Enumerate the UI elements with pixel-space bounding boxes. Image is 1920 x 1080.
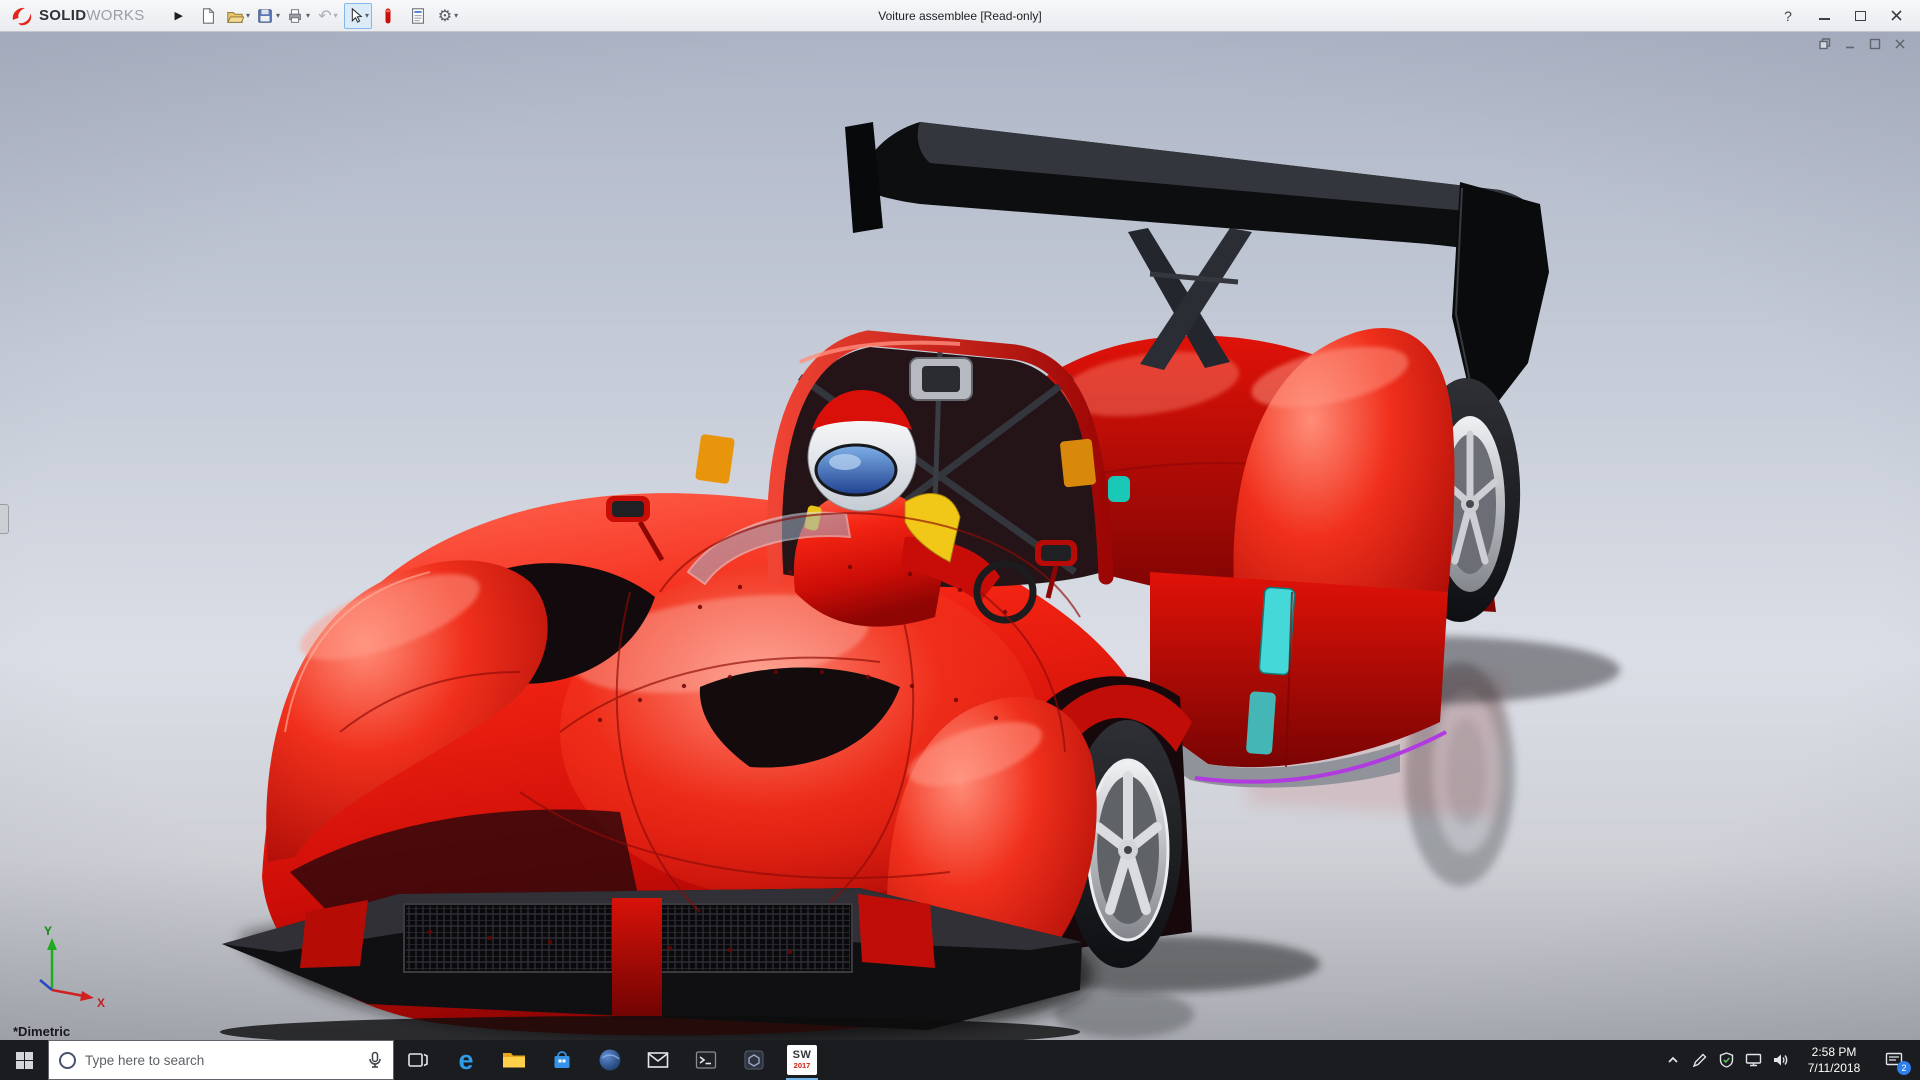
start-button[interactable]	[0, 1040, 48, 1080]
taskbar-search[interactable]	[48, 1040, 394, 1080]
helmet-visor	[816, 445, 896, 495]
graphics-area[interactable]: Y X *Dimetric	[0, 32, 1920, 1040]
tray-volume-button[interactable]	[1767, 1040, 1794, 1080]
network-icon	[1745, 1052, 1762, 1068]
tray-security-button[interactable]	[1713, 1040, 1740, 1080]
windows-logo-icon	[16, 1052, 33, 1069]
doc-close-icon[interactable]	[1894, 38, 1906, 50]
view-orientation-label: *Dimetric	[13, 1024, 70, 1039]
print-button[interactable]: ▾	[284, 3, 312, 29]
ds-logo-icon	[10, 5, 34, 27]
teal-duct	[1108, 476, 1130, 502]
file-explorer-icon	[502, 1050, 526, 1070]
cortana-icon	[59, 1052, 76, 1069]
clock-date: 7/11/2018	[1794, 1061, 1874, 1077]
app-button[interactable]	[730, 1040, 778, 1080]
app-titlebar: SOLIDWORKS ▶ ▾ ▾ ▾ ↶ ▾	[0, 0, 1920, 32]
panel-collapse-handle[interactable]	[0, 504, 9, 534]
solidworks-icon-year: 2017	[794, 1062, 811, 1070]
store-bag-icon	[551, 1049, 573, 1071]
browser-button[interactable]	[586, 1040, 634, 1080]
solidworks-icon-label: SW	[793, 1050, 812, 1061]
windows-taskbar: e	[0, 1040, 1920, 1080]
shield-icon	[1719, 1052, 1734, 1068]
edge-icon: e	[458, 1047, 473, 1074]
tray-network-button[interactable]	[1740, 1040, 1767, 1080]
rebuild-icon	[380, 7, 396, 25]
doc-minimize-icon[interactable]	[1844, 38, 1856, 50]
orange-panel-left	[695, 434, 735, 484]
terminal-button[interactable]	[682, 1040, 730, 1080]
print-icon	[286, 7, 304, 25]
open-folder-icon	[226, 7, 244, 25]
microphone-icon[interactable]	[367, 1051, 383, 1069]
undo-button[interactable]: ↶ ▾	[314, 3, 342, 29]
solidworks-app-icon: SW 2017	[787, 1045, 817, 1075]
solidworks-taskbar-button[interactable]: SW 2017	[778, 1040, 826, 1080]
splitter-pillar	[612, 898, 662, 1020]
brand-works: WORKS	[86, 7, 144, 24]
app-cube-icon	[743, 1049, 765, 1071]
settings-button[interactable]: ⚙ ▾	[434, 3, 462, 29]
select-button[interactable]: ▾	[344, 3, 372, 29]
chevron-up-icon	[1666, 1053, 1680, 1067]
open-button[interactable]: ▾	[224, 3, 252, 29]
new-document-icon	[199, 7, 217, 25]
store-button[interactable]	[538, 1040, 586, 1080]
clock-time: 2:58 PM	[1794, 1045, 1874, 1061]
save-floppy-icon	[256, 7, 274, 25]
solidworks-logo: SOLIDWORKS	[0, 5, 153, 27]
maximize-icon	[1855, 11, 1866, 21]
taskbar-clock[interactable]: 2:58 PM 7/11/2018	[1794, 1044, 1874, 1076]
doc-maximize-icon[interactable]	[1869, 38, 1881, 50]
undo-icon: ↶	[318, 6, 331, 26]
document-properties-icon	[409, 7, 427, 25]
toolbar-expand-arrow[interactable]: ▶	[153, 9, 193, 22]
minimize-icon	[1819, 12, 1830, 20]
document-window-controls	[1819, 38, 1906, 50]
search-input[interactable]	[85, 1053, 358, 1068]
action-center-button[interactable]: 2	[1874, 1040, 1914, 1080]
window-title: Voiture assemblee [Read-only]	[878, 0, 1041, 32]
tray-pen-button[interactable]	[1686, 1040, 1713, 1080]
open-dropdown-caret[interactable]: ▾	[246, 11, 250, 20]
rebuild-button[interactable]	[374, 3, 402, 29]
document-properties-button[interactable]	[404, 3, 432, 29]
close-button[interactable]	[1878, 2, 1914, 30]
brand-solid: SOLID	[39, 7, 86, 24]
edge-button[interactable]: e	[442, 1040, 490, 1080]
undo-dropdown-caret[interactable]: ▾	[334, 11, 338, 20]
terminal-icon	[695, 1050, 717, 1070]
settings-dropdown-caret[interactable]: ▾	[454, 11, 458, 20]
triad-x-label: X	[97, 996, 105, 1010]
select-pointer-icon	[347, 7, 363, 24]
save-dropdown-caret[interactable]: ▾	[276, 11, 280, 20]
close-icon	[1891, 10, 1902, 21]
select-dropdown-caret[interactable]: ▾	[365, 11, 369, 20]
save-button[interactable]: ▾	[254, 3, 282, 29]
triad-y-label: Y	[44, 924, 52, 938]
orange-panel-right	[1060, 438, 1097, 487]
3d-model-scene: Y X	[0, 32, 1920, 1040]
tray-overflow-button[interactable]	[1659, 1040, 1686, 1080]
task-view-button[interactable]	[394, 1040, 442, 1080]
browser-globe-icon	[598, 1048, 622, 1072]
gear-icon: ⚙	[438, 6, 452, 26]
doc-restore-icon[interactable]	[1819, 38, 1831, 50]
pen-icon	[1692, 1053, 1707, 1068]
mail-button[interactable]	[634, 1040, 682, 1080]
minimize-button[interactable]	[1806, 2, 1842, 30]
print-dropdown-caret[interactable]: ▾	[306, 11, 310, 20]
speaker-icon	[1772, 1052, 1789, 1068]
maximize-button[interactable]	[1842, 2, 1878, 30]
new-document-button[interactable]	[194, 3, 222, 29]
task-view-icon	[407, 1049, 429, 1071]
help-button[interactable]: ?	[1770, 2, 1806, 30]
cyan-panel-lower	[1246, 691, 1276, 755]
notification-badge: 2	[1897, 1061, 1911, 1075]
file-explorer-button[interactable]	[490, 1040, 538, 1080]
mail-envelope-icon	[647, 1051, 669, 1069]
